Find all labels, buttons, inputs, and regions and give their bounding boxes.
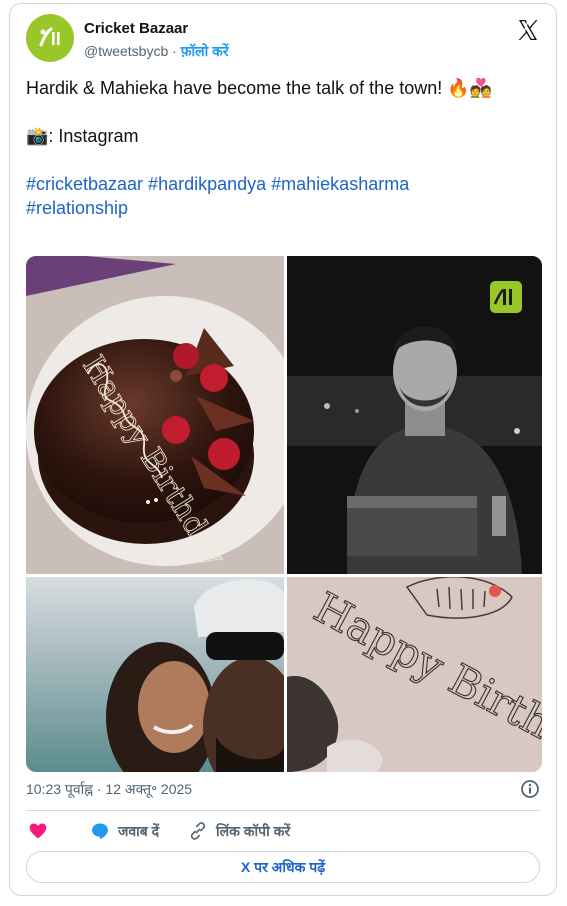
hashtags-line-2[interactable]: #relationship bbox=[26, 196, 542, 220]
copy-link-label: लिंक कॉपी करें bbox=[216, 822, 291, 839]
hashtags-line-1[interactable]: #cricketbazaar #hardikpandya #mahiekasha… bbox=[26, 172, 542, 196]
x-logo-icon[interactable] bbox=[516, 18, 540, 42]
divider bbox=[26, 810, 540, 811]
photo-cake[interactable]: Happy Birthday bbox=[26, 256, 284, 574]
tweet-line-1: Hardik & Mahieka have become the talk of… bbox=[26, 78, 493, 98]
reply-label: जवाब दें bbox=[118, 822, 160, 839]
photo-selfie[interactable] bbox=[26, 577, 284, 772]
read-more-button[interactable]: X पर अधिक पढ़ें bbox=[26, 851, 540, 883]
copy-link-button[interactable]: लिंक कॉपी करें bbox=[188, 821, 290, 841]
photo-man-dinner[interactable] bbox=[287, 256, 542, 574]
handle-row: @tweetsbycb · फ़ॉलो करें bbox=[84, 42, 229, 61]
separator-dot: · bbox=[172, 43, 177, 59]
account-name[interactable]: Cricket Bazaar bbox=[84, 20, 188, 37]
tweet-header: Cricket Bazaar @tweetsbycb · फ़ॉलो करें bbox=[26, 14, 540, 66]
photo-grid: Happy Birthday Happy Birthday bbox=[26, 256, 542, 772]
heart-icon bbox=[29, 823, 47, 839]
reply-bubble-icon bbox=[92, 823, 108, 840]
birthday-plate-image: Happy Birthday bbox=[287, 577, 542, 772]
info-icon[interactable] bbox=[520, 779, 540, 799]
cake-image: Happy Birthday bbox=[26, 256, 284, 574]
tweet-card: Cricket Bazaar @tweetsbycb · फ़ॉलो करें … bbox=[9, 3, 557, 896]
reply-button[interactable]: जवाब दें bbox=[90, 821, 159, 841]
photo-birthday-plate[interactable]: Happy Birthday bbox=[287, 577, 542, 772]
man-dinner-image bbox=[287, 256, 542, 574]
link-icon bbox=[190, 822, 206, 840]
like-button[interactable] bbox=[28, 821, 48, 841]
cricket-bazaar-logo-icon bbox=[39, 27, 60, 47]
tweet-text: Hardik & Mahieka have become the talk of… bbox=[26, 76, 542, 220]
tweet-line-2: 📸: Instagram bbox=[26, 126, 139, 146]
account-handle[interactable]: @tweetsbycb bbox=[84, 43, 168, 59]
avatar[interactable] bbox=[26, 14, 74, 62]
tweet-timestamp[interactable]: 10:23 पूर्वाह्न · 12 अक्तू॰ 2025 bbox=[26, 780, 192, 799]
selfie-image bbox=[26, 577, 284, 772]
follow-button[interactable]: फ़ॉलो करें bbox=[181, 43, 229, 59]
